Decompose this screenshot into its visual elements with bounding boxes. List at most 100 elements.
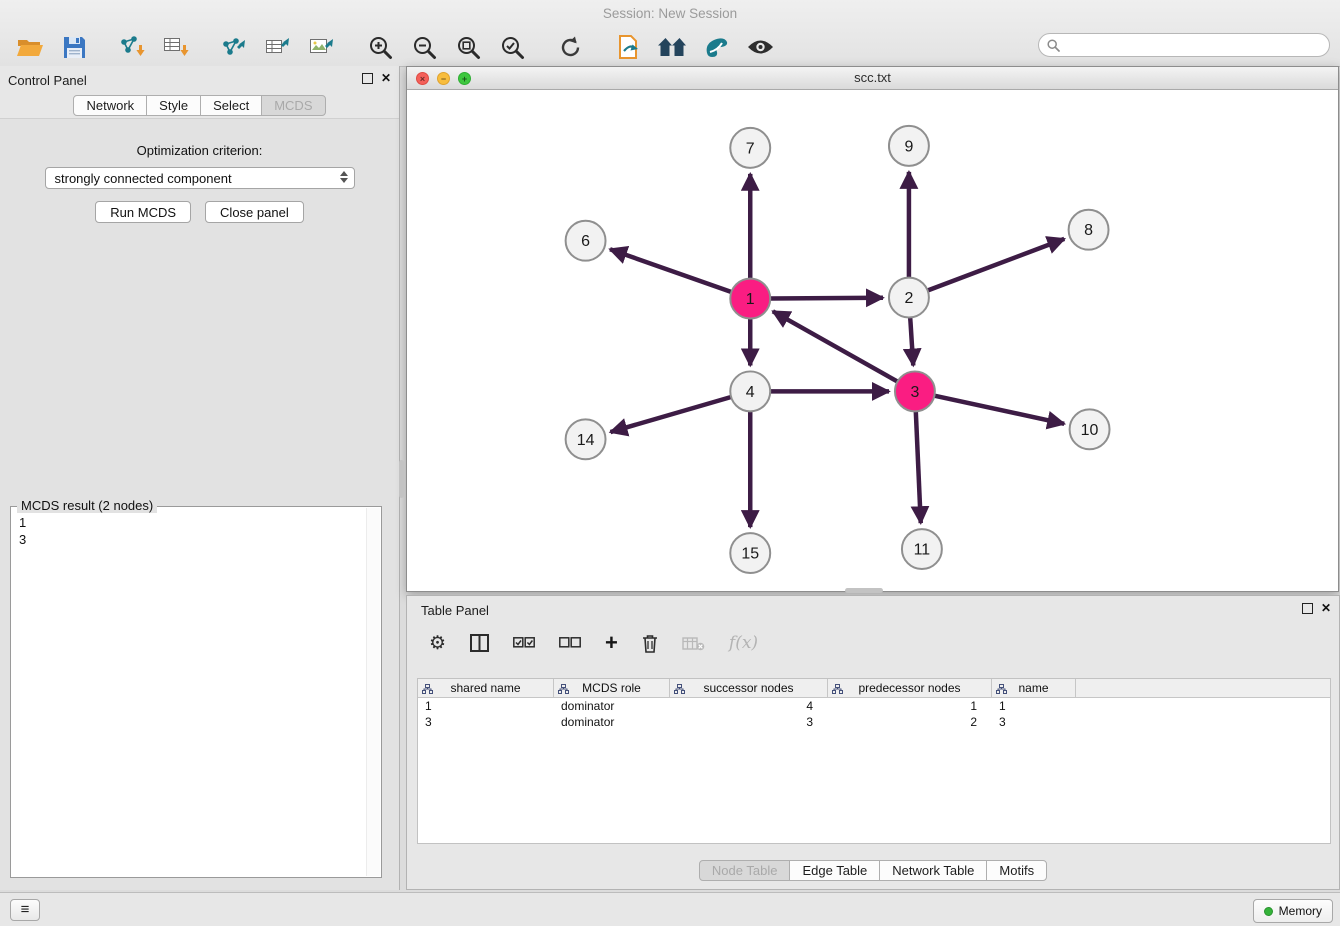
unselect-all-columns-button[interactable] — [559, 637, 581, 649]
traffic-lights: × − + — [416, 72, 471, 85]
document-share-icon — [616, 34, 641, 60]
import-table-button[interactable] — [154, 31, 198, 63]
memory-button[interactable]: Memory — [1253, 899, 1333, 923]
node-table: shared name MCDS role successor nodes pr… — [417, 678, 1331, 844]
zoom-out-button[interactable] — [402, 31, 446, 63]
graph-edge-3-10[interactable] — [934, 396, 1064, 424]
column-header-name[interactable]: name — [992, 679, 1076, 697]
refresh-button[interactable] — [548, 31, 592, 63]
graph-edge-4-14[interactable] — [610, 397, 731, 432]
network-graph[interactable]: 7968124314101511 — [407, 90, 1338, 591]
panel-splitter-handle[interactable] — [845, 588, 883, 593]
cell-mcds-role: dominator — [554, 715, 670, 729]
import-table-icon — [163, 35, 189, 59]
search-input[interactable] — [1064, 35, 1329, 55]
column-header-mcds-role[interactable]: MCDS role — [554, 679, 670, 697]
tab-node-table[interactable]: Node Table — [699, 860, 791, 881]
network-window-titlebar[interactable]: × − + scc.txt — [407, 67, 1338, 90]
criterion-dropdown[interactable]: strongly connected component — [45, 167, 355, 189]
export-table-icon — [265, 35, 291, 59]
export-table-button[interactable] — [256, 31, 300, 63]
network-canvas[interactable]: 7968124314101511 — [407, 90, 1338, 591]
graph-node-label: 7 — [746, 140, 755, 157]
export-image-icon — [309, 35, 335, 59]
column-header-predecessor-nodes[interactable]: predecessor nodes — [828, 679, 992, 697]
tab-network[interactable]: Network — [73, 95, 147, 116]
tab-select[interactable]: Select — [200, 95, 262, 116]
zoom-fit-button[interactable] — [446, 31, 490, 63]
zoom-selected-button[interactable] — [490, 31, 534, 63]
style-button[interactable] — [694, 31, 738, 63]
checked-boxes-icon — [513, 637, 535, 649]
tab-network-table[interactable]: Network Table — [879, 860, 987, 881]
open-session-button[interactable] — [8, 31, 52, 63]
panel-splitter-handle[interactable] — [399, 460, 404, 498]
mcds-result-box: MCDS result (2 nodes) 1 3 — [10, 506, 382, 878]
column-header-shared-name[interactable]: shared name — [418, 679, 554, 697]
style-paint-icon — [704, 36, 729, 58]
window-title: Session: New Session — [603, 6, 737, 21]
network-view-window: × − + scc.txt 7968124314101511 — [406, 66, 1339, 592]
column-label: shared name — [450, 681, 520, 695]
zoom-selected-icon — [500, 35, 525, 60]
show-columns-button[interactable] — [470, 634, 489, 652]
zoom-in-button[interactable] — [358, 31, 402, 63]
column-label: name — [1018, 681, 1048, 695]
gear-icon: ⚙ — [429, 634, 446, 653]
show-hide-button[interactable] — [738, 31, 782, 63]
export-image-button[interactable] — [300, 31, 344, 63]
result-scrollbar[interactable] — [366, 508, 380, 876]
column-type-icon — [996, 683, 1007, 697]
graph-node-label: 3 — [910, 384, 919, 401]
graph-edge-1-6[interactable] — [610, 249, 731, 292]
delete-rows-button[interactable] — [642, 634, 658, 653]
window-zoom-icon[interactable]: + — [458, 72, 471, 85]
tab-edge-table[interactable]: Edge Table — [789, 860, 880, 881]
home-button[interactable] — [650, 31, 694, 63]
column-header-successor-nodes[interactable]: successor nodes — [670, 679, 828, 697]
export-network-icon — [221, 35, 247, 59]
create-column-button[interactable]: + — [605, 633, 618, 653]
table-settings-button[interactable]: ⚙ — [429, 634, 446, 653]
graph-node-label: 9 — [904, 138, 913, 155]
window-minimize-icon[interactable]: − — [437, 72, 450, 85]
tab-mcds[interactable]: MCDS — [261, 95, 325, 116]
graph-node-label: 8 — [1084, 222, 1093, 239]
delete-column-button[interactable] — [682, 636, 705, 651]
column-type-icon — [674, 683, 685, 697]
table-row[interactable]: 1 dominator 4 1 1 — [418, 698, 1330, 714]
select-all-columns-button[interactable] — [513, 637, 535, 649]
export-network-button[interactable] — [212, 31, 256, 63]
graph-edge-2-8[interactable] — [928, 239, 1065, 291]
window-close-icon[interactable]: × — [416, 72, 429, 85]
close-panel-button[interactable]: Close panel — [205, 201, 304, 223]
import-network-button[interactable] — [110, 31, 154, 63]
tab-motifs[interactable]: Motifs — [986, 860, 1047, 881]
save-session-button[interactable] — [52, 31, 96, 63]
graph-edge-3-11[interactable] — [916, 411, 921, 523]
graph-edge-2-3[interactable] — [910, 318, 913, 366]
cell-predecessor-nodes: 2 — [828, 715, 992, 729]
float-panel-icon[interactable] — [362, 73, 373, 84]
function-builder-button[interactable]: f(x) — [729, 633, 758, 653]
graph-node-label: 15 — [741, 546, 759, 563]
close-panel-icon[interactable]: ✕ — [1321, 602, 1331, 614]
graph-edge-1-2[interactable] — [770, 298, 883, 299]
column-label: successor nodes — [703, 681, 793, 695]
graph-node-label: 2 — [904, 290, 913, 307]
float-panel-icon[interactable] — [1302, 603, 1313, 614]
table-row[interactable]: 3 dominator 3 2 3 — [418, 714, 1330, 730]
column-label: MCDS role — [582, 681, 641, 695]
cell-name: 3 — [992, 715, 1076, 729]
control-panel: Control Panel ✕ Network Style Select MCD… — [0, 66, 400, 890]
cell-name: 1 — [992, 699, 1076, 713]
search-icon — [1047, 39, 1060, 52]
graph-edge-3-1[interactable] — [773, 311, 898, 381]
close-panel-icon[interactable]: ✕ — [381, 72, 391, 84]
network-from-file-button[interactable] — [606, 31, 650, 63]
run-mcds-button[interactable]: Run MCDS — [95, 201, 191, 223]
task-history-button[interactable]: ≡ — [10, 899, 40, 921]
search-box[interactable] — [1038, 33, 1330, 57]
tab-style[interactable]: Style — [146, 95, 201, 116]
cell-successor-nodes: 4 — [670, 699, 828, 713]
